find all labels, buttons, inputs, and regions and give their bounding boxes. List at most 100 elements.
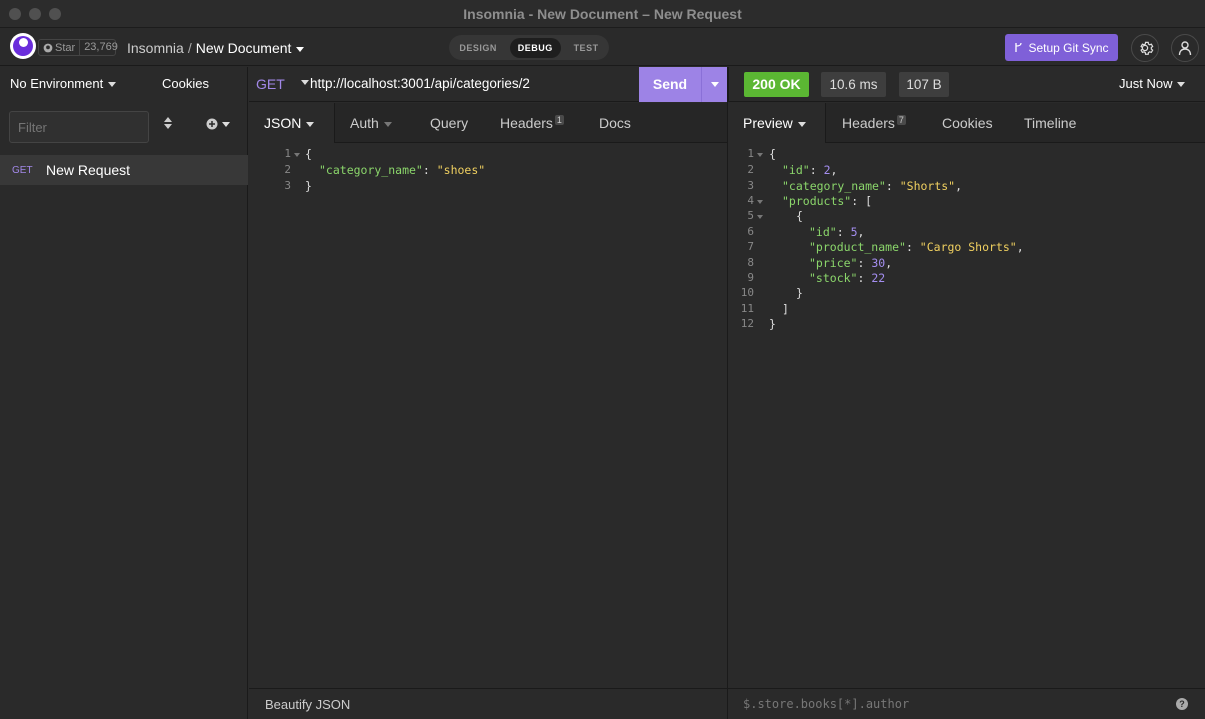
- sort-icon: [164, 117, 172, 129]
- comma: ,: [830, 163, 838, 177]
- json-key: "products": [782, 194, 852, 208]
- comma: ,: [1016, 240, 1024, 254]
- tab-auth[interactable]: Auth: [350, 103, 392, 143]
- chevron-down-icon[interactable]: [301, 80, 309, 85]
- status-badge: 200 OK: [744, 72, 809, 97]
- response-footer: $.store.books[*].author ?: [728, 688, 1205, 719]
- tab-response-headers[interactable]: Headers 7: [842, 103, 906, 143]
- breadcrumb-document[interactable]: New Document: [196, 40, 292, 56]
- chevron-down-icon: [710, 82, 719, 87]
- chevron-down-icon: [1177, 82, 1186, 88]
- chevron-down-icon: [797, 121, 806, 127]
- sidebar-filter-input[interactable]: [9, 111, 149, 143]
- tab-preview[interactable]: Preview: [728, 103, 826, 143]
- tab-timeline[interactable]: Timeline: [1024, 103, 1076, 143]
- mode-switcher: DESIGN DEBUG TEST: [449, 35, 609, 60]
- fold-icon[interactable]: [757, 153, 763, 157]
- json-key: "id": [782, 163, 810, 177]
- setup-git-sync-button[interactable]: Setup Git Sync: [1005, 34, 1118, 61]
- gear-icon: [1140, 41, 1154, 55]
- mode-debug[interactable]: DEBUG: [509, 37, 561, 58]
- user-icon: [1178, 41, 1192, 56]
- brace-open: {: [769, 147, 776, 161]
- colon: :: [422, 163, 437, 177]
- fold-icon[interactable]: [294, 153, 300, 157]
- sort-button[interactable]: [164, 117, 172, 132]
- line-number: 2: [284, 163, 291, 176]
- brace-close: }: [305, 179, 312, 193]
- breadcrumb-app[interactable]: Insomnia: [127, 40, 184, 56]
- json-key: "category_name": [319, 163, 423, 177]
- json-value: "Cargo Shorts": [919, 240, 1017, 254]
- json-value: 5: [850, 225, 858, 239]
- colon: :: [905, 240, 920, 254]
- request-method: GET: [12, 164, 33, 176]
- tab-preview-label: Preview: [743, 115, 793, 131]
- help-icon[interactable]: ?: [1176, 698, 1188, 710]
- request-footer: Beautify JSON: [249, 688, 727, 719]
- tab-response-cookies[interactable]: Cookies: [942, 103, 993, 143]
- json-value: 22: [871, 271, 886, 285]
- line-number: 4: [747, 194, 754, 207]
- environment-label: No Environment: [10, 76, 104, 91]
- sidebar-request-item[interactable]: GET New Request: [0, 155, 248, 185]
- send-options-dropdown[interactable]: [701, 67, 727, 102]
- bracket-close: ]: [782, 302, 789, 316]
- history-label: Just Now: [1119, 76, 1173, 91]
- environment-selector[interactable]: No Environment: [10, 76, 117, 91]
- colon: :: [857, 271, 872, 285]
- github-star-button[interactable]: Star 23,769: [38, 39, 118, 56]
- insomnia-logo-dot: [19, 38, 28, 47]
- json-key: "price": [809, 256, 858, 270]
- star-count: 23,769: [84, 41, 118, 53]
- plus-circle-icon: [206, 118, 218, 130]
- mode-design[interactable]: DESIGN: [459, 43, 497, 53]
- fold-icon[interactable]: [757, 215, 763, 219]
- beautify-json-button[interactable]: Beautify JSON: [265, 697, 350, 712]
- tab-docs[interactable]: Docs: [599, 103, 631, 143]
- line-number: 5: [747, 209, 754, 222]
- mode-test[interactable]: TEST: [574, 43, 599, 53]
- tab-headers[interactable]: Headers 1: [500, 103, 564, 143]
- response-history-selector[interactable]: Just Now: [1119, 76, 1186, 91]
- send-label: Send: [652, 76, 688, 92]
- tab-auth-label: Auth: [350, 115, 379, 131]
- line-number: 6: [747, 225, 754, 238]
- add-request-button[interactable]: [206, 118, 230, 130]
- send-button[interactable]: Send: [639, 67, 727, 102]
- tab-query[interactable]: Query: [430, 103, 468, 143]
- account-button[interactable]: [1171, 34, 1199, 62]
- json-value: "shoes": [436, 163, 486, 177]
- comma: ,: [885, 256, 893, 270]
- json-value: 2: [823, 163, 831, 177]
- request-name: New Request: [46, 162, 131, 178]
- chevron-down-icon[interactable]: [296, 46, 305, 52]
- brace-open: {: [305, 147, 312, 161]
- settings-button[interactable]: [1131, 34, 1159, 62]
- line-number: 10: [740, 286, 754, 299]
- tab-body-json[interactable]: JSON: [249, 103, 335, 143]
- response-viewer[interactable]: 1 { 2 "id": 2, 3 "category_name": "Short…: [728, 144, 1205, 687]
- bracket-open: : [: [851, 194, 873, 208]
- response-size: 107 B: [899, 72, 949, 97]
- line-number: 8: [747, 256, 754, 269]
- request-body-editor[interactable]: 1 { 2 "category_name": "shoes" 3 }: [249, 144, 727, 687]
- comma: ,: [955, 179, 963, 193]
- git-branch-icon: [1015, 42, 1023, 52]
- url-input[interactable]: http://localhost:3001/api/categories/2: [310, 76, 530, 91]
- brace-close: }: [769, 317, 776, 331]
- git-sync-label: Setup Git Sync: [1028, 40, 1109, 55]
- brace-open: {: [796, 209, 803, 223]
- line-number: 1: [747, 147, 754, 160]
- fold-icon[interactable]: [757, 200, 763, 204]
- response-filter-input[interactable]: $.store.books[*].author: [743, 697, 909, 711]
- cookies-button[interactable]: Cookies: [162, 76, 209, 91]
- chevron-down-icon: [306, 121, 315, 127]
- github-icon: [43, 43, 53, 52]
- method-selector[interactable]: GET: [256, 76, 285, 92]
- line-number: 1: [284, 147, 291, 160]
- json-value: "Shorts": [899, 179, 956, 193]
- tab-response-headers-label: Headers: [842, 115, 895, 131]
- colon: :: [836, 225, 851, 239]
- response-headers-count-badge: 7: [896, 115, 906, 125]
